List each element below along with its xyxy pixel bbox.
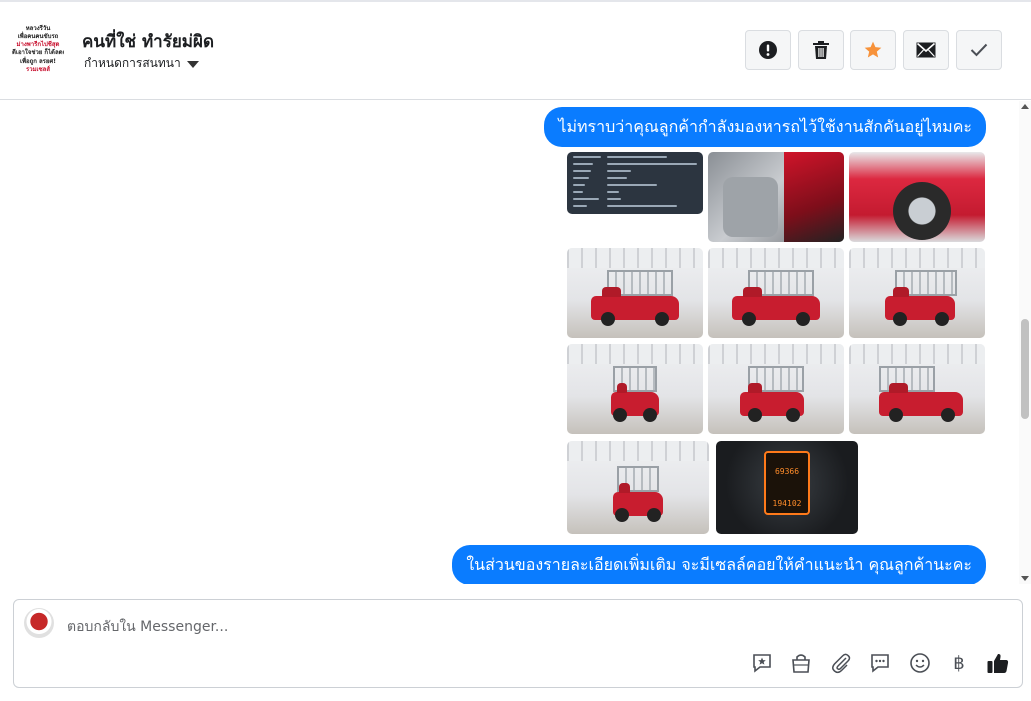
sender-avatar xyxy=(24,608,54,638)
delete-button[interactable] xyxy=(798,30,844,70)
photo-truck-side-left[interactable] xyxy=(567,248,703,338)
avatar-line: เพื่อถูก ลรยศ! xyxy=(20,58,56,65)
photo-truck-front-angle[interactable] xyxy=(849,344,985,434)
like-icon xyxy=(987,653,1009,673)
avatar-line: ดีเอาใจช่วย ก็ได้ลดต xyxy=(12,49,64,56)
mark-unread-button[interactable] xyxy=(903,30,949,70)
photo-truck-front[interactable] xyxy=(567,441,709,534)
avatar-line: เพื่อคนคนขับรถ xyxy=(17,33,59,40)
reply-input[interactable]: ตอบกลับใน Messenger... xyxy=(67,616,867,638)
attach-button[interactable] xyxy=(829,651,853,675)
photo-interior[interactable] xyxy=(708,152,844,242)
scrollbar-thumb[interactable] xyxy=(1021,319,1029,419)
emoji-button[interactable] xyxy=(908,651,932,675)
reply-composer[interactable]: ตอบกลับใน Messenger... ฿ xyxy=(13,599,1023,688)
like-button[interactable] xyxy=(986,651,1010,675)
odometer-readout-top: 69366 xyxy=(774,467,800,476)
chat-bubble-icon xyxy=(871,654,889,673)
avatar-line: รวมเซลส์ xyxy=(25,66,50,73)
conversation-settings-label: กำหนดการสนทนา xyxy=(84,56,181,70)
saved-reply-button[interactable] xyxy=(750,651,774,675)
photo-truck-side[interactable] xyxy=(708,248,844,338)
baht-icon: ฿ xyxy=(953,652,965,674)
photo-truck-rear-angle[interactable] xyxy=(849,248,985,338)
photo-truck-rear[interactable] xyxy=(567,344,703,434)
attachment-icon xyxy=(832,653,851,674)
conversation-settings-dropdown[interactable]: กำหนดการสนทนา xyxy=(84,54,199,73)
odometer-readout-bottom: 194102 xyxy=(772,499,802,508)
shop-button[interactable] xyxy=(789,651,813,675)
message-bubble: ไม่ทราบว่าคุณลูกค้ากำลังมองหารถไว้ใช้งาน… xyxy=(544,107,986,147)
check-icon xyxy=(970,43,988,57)
saved-reply-icon xyxy=(753,654,771,673)
avatar-line: ม่างพารีกไปชีสุด xyxy=(16,41,60,48)
trash-icon xyxy=(813,41,829,59)
page-avatar[interactable]: หลวงรีวัน เพื่อคนคนขับรถ ม่างพารีกไปชีสุ… xyxy=(12,21,64,77)
conversation-header: หลวงรีวัน เพื่อคนคนขับรถ ม่างพารีกไปชีสุ… xyxy=(0,2,1031,100)
caret-down-icon xyxy=(186,61,199,68)
exclamation-circle-icon xyxy=(759,41,777,59)
shop-bag-icon xyxy=(792,654,810,673)
page-title: คนที่ใช่ ทำรัยม่ผิด xyxy=(82,32,215,52)
done-button[interactable] xyxy=(956,30,1002,70)
photo-spec-sheet[interactable] xyxy=(567,152,703,214)
message-thread[interactable]: ไม่ทราบว่าคุณลูกค้ากำลังมองหารถไว้ใช้งาน… xyxy=(0,101,1031,584)
avatar-line: หลวงรีวัน xyxy=(25,25,51,32)
emoji-icon xyxy=(910,653,930,673)
photo-wheel-closeup[interactable] xyxy=(849,152,985,242)
photo-truck-rear-side[interactable] xyxy=(708,344,844,434)
payment-button[interactable]: ฿ xyxy=(947,651,971,675)
star-button[interactable] xyxy=(850,30,896,70)
message-bubble: ในส่วนของรายละเอียดเพิ่มเติม จะมีเซลล์คอ… xyxy=(452,545,986,584)
report-button[interactable] xyxy=(745,30,791,70)
star-icon xyxy=(864,41,882,58)
chat-button[interactable] xyxy=(868,651,892,675)
scroll-down-arrow-icon[interactable] xyxy=(1021,576,1029,581)
scroll-up-arrow-icon[interactable] xyxy=(1021,104,1029,109)
photo-odometer[interactable]: 69366 194102 xyxy=(716,441,858,534)
thread-scrollbar[interactable] xyxy=(1019,101,1031,584)
envelope-icon xyxy=(916,42,936,58)
